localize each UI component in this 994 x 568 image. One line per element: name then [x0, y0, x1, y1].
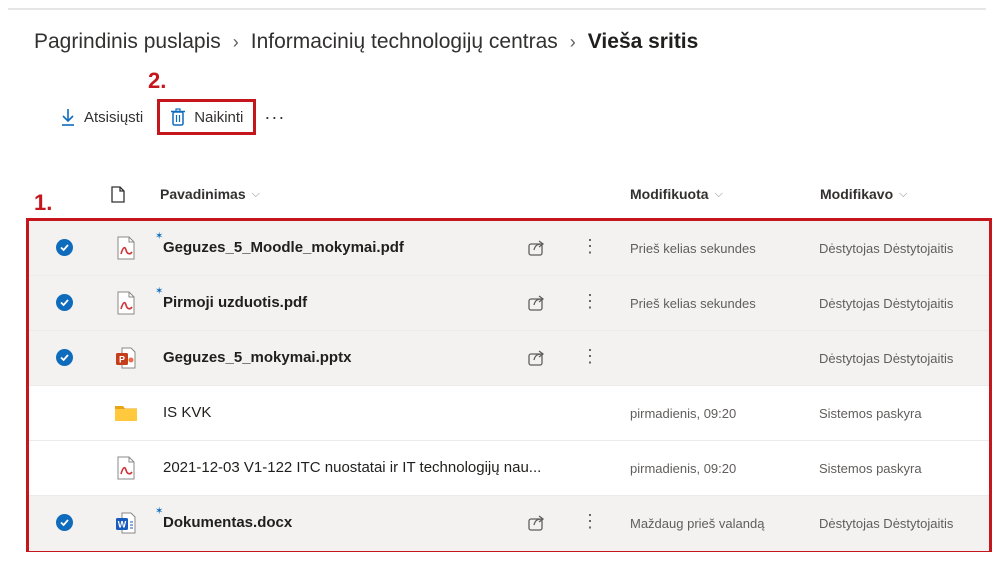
file-row[interactable]: ✶ Geguzes_5_Moodle_mokymai.pdf ⋮ Prieš keli… — [29, 221, 989, 276]
chevron-down-icon: ⌵ — [899, 187, 908, 200]
file-name-link[interactable]: Dokumentas.docx — [163, 514, 292, 531]
delete-label: Naikinti — [194, 108, 244, 126]
breadcrumb-separator: › — [569, 31, 576, 52]
checkmark-icon[interactable] — [56, 514, 73, 531]
more-actions-icon[interactable]: ⋮ — [581, 291, 599, 311]
modified-by: Dėstytojas Dėstytojaitis — [819, 296, 954, 311]
svg-text:P: P — [119, 355, 125, 365]
download-button[interactable]: Atsisiųsti — [52, 100, 151, 134]
file-list: Pavadinimas ⌵ Modifikuota ⌵ Modifikavo ⌵… — [8, 172, 992, 552]
share-icon[interactable] — [527, 238, 547, 258]
breadcrumb-item-home[interactable]: Pagrindinis puslapis — [34, 30, 221, 54]
modified-date: Prieš kelias sekundes — [630, 296, 756, 311]
file-row[interactable]: W ✶ Dokumentas.docx ⋮ Maždaug prieš valandą D… — [29, 496, 989, 551]
more-actions-icon[interactable]: ⋮ — [581, 511, 599, 531]
modified-column-header[interactable]: Modifikuota ⌵ — [630, 186, 723, 202]
modified-date: pirmadienis, 09:20 — [630, 461, 737, 476]
file-name-link[interactable]: 2021-12-03 V1-122 ITC nuostatai ir IT te… — [163, 459, 541, 476]
file-name-link[interactable]: Pirmoji uzduotis.pdf — [163, 294, 307, 311]
more-actions-icon[interactable]: ⋮ — [581, 346, 599, 366]
breadcrumb-item-itc[interactable]: Informacinių technologijų centras — [251, 30, 558, 54]
file-name-link[interactable]: Geguzes_5_mokymai.pptx — [163, 349, 351, 366]
file-row[interactable]: ✶ Pirmoji uzduotis.pdf ⋮ Prieš kelias sekun… — [29, 276, 989, 331]
breadcrumb-current: Vieša sritis — [587, 30, 699, 53]
name-column-label: Pavadinimas — [160, 186, 246, 202]
file-name-link[interactable]: IS KVK — [163, 404, 211, 421]
modified-date: Maždaug prieš valandą — [630, 516, 765, 531]
word-file-icon: W — [114, 510, 138, 536]
document-library: Pagrindinis puslapis › Informacinių tech… — [8, 8, 992, 560]
chevron-down-icon: ⌵ — [251, 187, 260, 200]
modified-by-column-label: Modifikavo — [820, 186, 894, 202]
file-row[interactable]: 2021-12-03 V1-122 ITC nuostatai ir IT te… — [29, 441, 989, 496]
delete-button[interactable]: Naikinti — [157, 99, 257, 135]
file-list-header: Pavadinimas ⌵ Modifikuota ⌵ Modifikavo ⌵ — [8, 172, 986, 218]
breadcrumb-separator: › — [232, 31, 239, 52]
more-options-button[interactable]: ··· — [264, 107, 285, 128]
annotation-step-2: 2. — [148, 68, 167, 93]
checkmark-icon[interactable] — [56, 294, 73, 311]
download-icon — [62, 109, 74, 126]
modified-date: Prieš kelias sekundes — [630, 241, 756, 256]
command-bar: Atsisiųsti Naikinti ··· — [8, 92, 986, 142]
share-icon[interactable] — [527, 348, 547, 368]
chevron-down-icon: ⌵ — [714, 187, 723, 200]
powerpoint-file-icon: P — [114, 345, 138, 371]
name-column-header[interactable]: Pavadinimas ⌵ — [160, 186, 260, 202]
more-actions-icon[interactable]: ⋮ — [581, 236, 599, 256]
modified-by-column-header[interactable]: Modifikavo ⌵ — [820, 186, 907, 202]
pdf-file-icon — [114, 455, 138, 481]
selected-rows-highlight: ✶ Geguzes_5_Moodle_mokymai.pdf ⋮ Prieš keli… — [26, 218, 992, 552]
modified-by: Dėstytojas Dėstytojaitis — [819, 351, 954, 366]
file-row[interactable]: P Geguzes_5_mokymai.pptx ⋮ Dėstytojas Dėsty… — [29, 331, 989, 386]
checkmark-icon[interactable] — [56, 349, 73, 366]
pdf-file-icon — [114, 235, 138, 261]
share-icon[interactable] — [527, 293, 547, 313]
file-name-link[interactable]: Geguzes_5_Moodle_mokymai.pdf — [163, 239, 404, 256]
download-label: Atsisiųsti — [84, 108, 144, 126]
breadcrumb: Pagrindinis puslapis › Informacinių tech… — [34, 30, 698, 54]
modified-column-label: Modifikuota — [630, 186, 709, 202]
file-row[interactable]: IS KVK pirmadienis, 09:20 Sistemos paskyra — [29, 386, 989, 441]
document-icon — [111, 186, 125, 203]
svg-text:W: W — [118, 520, 127, 530]
top-divider — [8, 8, 986, 10]
modified-by: Dėstytojas Dėstytojaitis — [819, 516, 954, 531]
pdf-file-icon — [114, 290, 138, 316]
modified-by: Sistemos paskyra — [819, 461, 922, 476]
folder-icon — [114, 400, 138, 426]
trash-icon — [171, 108, 186, 126]
modified-date: pirmadienis, 09:20 — [630, 406, 737, 421]
modified-by: Sistemos paskyra — [819, 406, 922, 421]
checkmark-icon[interactable] — [56, 239, 73, 256]
share-icon[interactable] — [527, 513, 547, 533]
modified-by: Dėstytojas Dėstytojaitis — [819, 241, 954, 256]
file-type-column-header[interactable] — [111, 186, 125, 203]
